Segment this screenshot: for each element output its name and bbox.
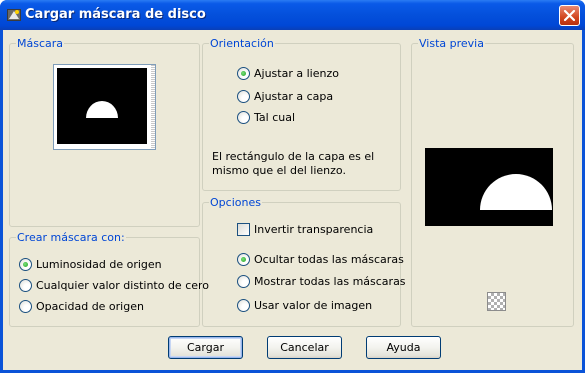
options-group: Opciones Invertir transparencia Ocultar … [202, 196, 406, 327]
radio-label: Usar valor de imagen [254, 299, 373, 312]
checkbox-label: Invertir transparencia [254, 223, 374, 236]
checkbox[interactable] [237, 223, 250, 236]
thumbnail-scrollbar[interactable] [151, 65, 155, 149]
orientation-group: Orientación Ajustar a lienzo Ajustar a c… [202, 37, 401, 191]
radio-button[interactable] [19, 258, 32, 271]
radio-label: Ocultar todas las máscaras [254, 253, 404, 266]
radio-label: Ajustar a capa [254, 90, 334, 103]
help-button[interactable]: Ayuda [366, 336, 441, 359]
radio-button[interactable] [237, 275, 250, 288]
window-title: Cargar máscara de disco [25, 7, 206, 22]
preview-legend: Vista previa [418, 37, 485, 50]
dialog-window: Cargar máscara de disco Máscara Crear má… [0, 0, 585, 373]
radio-label: Opacidad de origen [36, 300, 144, 313]
create-mask-legend: Crear máscara con: [16, 231, 126, 244]
orientation-note: El rectángulo de la capa es el mismo que… [212, 150, 375, 177]
options-legend: Opciones [209, 196, 262, 209]
title-bar[interactable]: Cargar máscara de disco [0, 0, 585, 30]
close-button[interactable] [559, 5, 580, 26]
preview-shape [480, 174, 552, 210]
orientation-legend: Orientación [209, 37, 275, 50]
radio-button[interactable] [19, 279, 32, 292]
radio-label: Ajustar a lienzo [254, 67, 339, 80]
dialog-client: Máscara Crear máscara con: Luminosidad d… [3, 30, 582, 370]
radio-label: Luminosidad de origen [36, 258, 162, 271]
mask-thumbnail-list[interactable] [53, 64, 156, 150]
radio-label: Tal cual [254, 111, 296, 124]
radio-label: Cualquier valor distinto de cero [36, 279, 210, 292]
radio-button[interactable] [237, 111, 250, 124]
mask-group: Máscara [9, 37, 200, 227]
transparency-checker-icon[interactable] [487, 292, 506, 311]
mask-thumbnail[interactable] [57, 68, 147, 144]
create-mask-group: Crear máscara con: Luminosidad de origen… [9, 231, 209, 327]
mask-preview [425, 148, 553, 226]
radio-button[interactable] [237, 90, 250, 103]
mask-group-legend: Máscara [16, 37, 65, 50]
mask-shape [86, 101, 118, 118]
app-icon [7, 9, 21, 21]
radio-button[interactable] [237, 299, 250, 312]
radio-button[interactable] [19, 300, 32, 313]
radio-label: Mostrar todas las máscaras [254, 275, 406, 288]
load-button[interactable]: Cargar [168, 336, 243, 359]
cancel-button[interactable]: Cancelar [267, 336, 342, 359]
radio-button[interactable] [237, 67, 250, 80]
close-icon [563, 9, 576, 22]
radio-button[interactable] [237, 253, 250, 266]
